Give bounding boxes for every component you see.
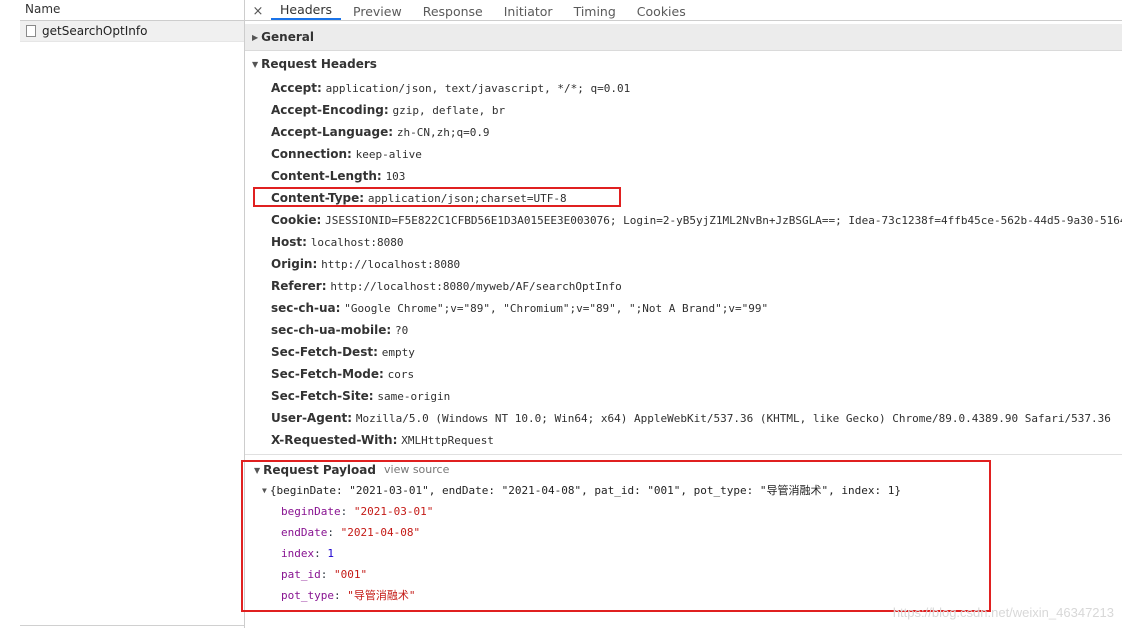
request-headers-section-header[interactable]: ▼ Request Headers [245, 51, 1122, 77]
header-value: http://localhost:8080/myweb/AF/searchOpt… [330, 280, 622, 293]
header-name: Origin: [271, 257, 318, 271]
request-headers-label: Request Headers [261, 57, 377, 71]
payload-value: "导管消融术" [347, 589, 416, 602]
header-name: Sec-Fetch-Site: [271, 389, 374, 403]
general-section-header[interactable]: ▶ General [245, 24, 1122, 51]
header-value: XMLHttpRequest [401, 434, 494, 447]
header-name: X-Requested-With: [271, 433, 398, 447]
header-row: Connection: keep-alive [271, 143, 1122, 165]
header-row: Accept: application/json, text/javascrip… [271, 77, 1122, 99]
header-row: Referer: http://localhost:8080/myweb/AF/… [271, 275, 1122, 297]
tab-cookies[interactable]: Cookies [628, 3, 695, 20]
header-name: Content-Length: [271, 169, 382, 183]
header-value: ?0 [394, 324, 409, 337]
header-value: "Google Chrome";v="89", "Chromium";v="89… [344, 302, 769, 315]
general-section-label: General [261, 30, 314, 44]
header-value: JSESSIONID=F5E822C1CFBD56E1D3A015EE3E003… [325, 214, 1122, 227]
header-row: Accept-Language: zh-CN,zh;q=0.9 [271, 121, 1122, 143]
header-name: Sec-Fetch-Dest: [271, 345, 378, 359]
header-name: sec-ch-ua: [271, 301, 341, 315]
header-name: Accept-Encoding: [271, 103, 389, 117]
header-row: Cookie: JSESSIONID=F5E822C1CFBD56E1D3A01… [271, 209, 1122, 231]
payload-value: 1 [327, 547, 334, 560]
header-value: 103 [385, 170, 406, 183]
header-value: localhost:8080 [310, 236, 404, 249]
caret-down-icon: ▼ [254, 466, 261, 475]
header-row: Host: localhost:8080 [271, 231, 1122, 253]
request-payload-label: Request Payload [263, 463, 376, 477]
section-divider [245, 454, 1122, 455]
left-edge-strip [0, 0, 21, 628]
header-value: Mozilla/5.0 (Windows NT 10.0; Win64; x64… [355, 412, 1111, 425]
header-value: cors [387, 368, 415, 381]
header-value: gzip, deflate, br [392, 104, 506, 117]
close-icon[interactable]: × [245, 3, 271, 20]
payload-field: endDate: "2021-04-08" [281, 526, 421, 539]
header-value: application/json, text/javascript, */*; … [325, 82, 631, 95]
header-row: X-Requested-With: XMLHttpRequest [271, 429, 1122, 451]
header-value: http://localhost:8080 [321, 258, 461, 271]
header-name: Accept: [271, 81, 322, 95]
payload-key: index [281, 547, 315, 560]
tab-headers[interactable]: Headers [271, 1, 342, 20]
header-name: Accept-Language: [271, 125, 394, 139]
header-row: Accept-Encoding: gzip, deflate, br [271, 99, 1122, 121]
payload-key: beginDate [281, 505, 341, 518]
payload-key: pot_type [281, 589, 334, 602]
details-tab-bar: × Headers Preview Response Initiator Tim… [245, 0, 1122, 21]
header-row: sec-ch-ua-mobile: ?0 [271, 319, 1122, 341]
caret-down-icon: ▼ [252, 60, 259, 69]
payload-field: pot_type: "导管消融术" [281, 589, 416, 602]
tab-timing[interactable]: Timing [565, 3, 625, 20]
request-name: getSearchOptInfo [42, 24, 148, 38]
caret-right-icon: ▶ [252, 33, 259, 42]
payload-field: beginDate: "2021-03-01" [281, 505, 434, 518]
request-list-pane: Name getSearchOptInfo [20, 0, 245, 628]
tab-initiator[interactable]: Initiator [495, 3, 562, 20]
request-payload-section-header[interactable]: ▼ Request Payload [254, 460, 376, 482]
header-name: sec-ch-ua-mobile: [271, 323, 392, 337]
header-name: Connection: [271, 147, 352, 161]
header-name: Host: [271, 235, 307, 249]
header-value: same-origin [377, 390, 451, 403]
header-name: Sec-Fetch-Mode: [271, 367, 384, 381]
view-source-link[interactable]: view source [384, 460, 449, 480]
header-row: Sec-Fetch-Mode: cors [271, 363, 1122, 385]
header-row: User-Agent: Mozilla/5.0 (Windows NT 10.0… [271, 407, 1122, 429]
document-icon [26, 25, 36, 37]
watermark: https://blog.csdn.net/weixin_46347213 [892, 605, 1114, 620]
content-type-highlight-box [253, 187, 621, 207]
header-name: Referer: [271, 279, 327, 293]
header-name: User-Agent: [271, 411, 353, 425]
tab-response[interactable]: Response [414, 3, 492, 20]
payload-key: pat_id [281, 568, 321, 581]
payload-field: pat_id: "001" [281, 568, 368, 581]
payload-key: endDate [281, 526, 328, 539]
header-row: Origin: http://localhost:8080 [271, 253, 1122, 275]
request-headers-list: Accept: application/json, text/javascrip… [245, 77, 1122, 451]
header-row: sec-ch-ua: "Google Chrome";v="89", "Chro… [271, 297, 1122, 319]
caret-down-icon: ▼ [262, 486, 267, 495]
payload-value: "001" [334, 568, 368, 581]
payload-value: "2021-03-01" [353, 505, 434, 518]
request-row[interactable]: getSearchOptInfo [20, 21, 244, 42]
payload-object-summary[interactable]: ▼ {beginDate: "2021-03-01", endDate: "202… [262, 482, 901, 500]
header-row: Content-Length: 103 [271, 165, 1122, 187]
header-row: Sec-Fetch-Dest: empty [271, 341, 1122, 363]
header-value: zh-CN,zh;q=0.9 [396, 126, 490, 139]
payload-summary-text: {beginDate: "2021-03-01", endDate: "2021… [269, 484, 901, 497]
header-value: keep-alive [355, 148, 422, 161]
header-value: empty [381, 346, 415, 359]
payload-value: "2021-04-08" [340, 526, 421, 539]
name-column-header[interactable]: Name [20, 0, 244, 21]
header-row: Sec-Fetch-Site: same-origin [271, 385, 1122, 407]
payload-field: index: 1 [281, 547, 334, 560]
header-name: Cookie: [271, 213, 322, 227]
pane-divider [20, 625, 244, 626]
tab-preview[interactable]: Preview [344, 3, 411, 20]
